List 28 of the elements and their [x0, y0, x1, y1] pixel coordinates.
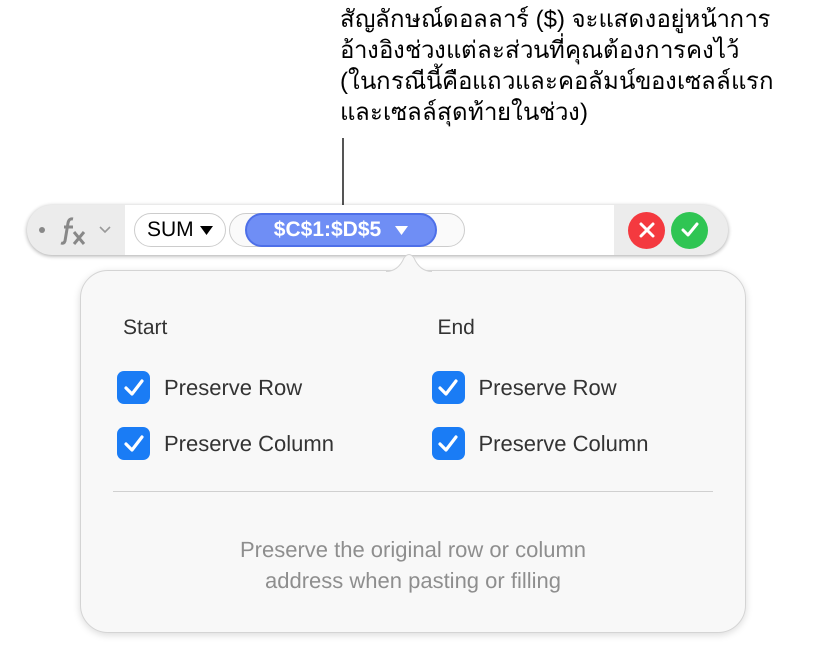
caret-icon: [395, 226, 408, 234]
function-token[interactable]: SUM: [134, 213, 226, 247]
checkbox-label: Preserve Column: [164, 430, 334, 458]
chevron-icon[interactable]: [99, 226, 111, 234]
close-icon: [638, 222, 654, 238]
checkbox-label: Preserve Column: [478, 430, 648, 458]
checkmark-icon: [438, 378, 458, 396]
hint-text: Preserve the original row or column address when pasting or filling: [238, 536, 588, 595]
checkbox[interactable]: [432, 371, 464, 404]
callout-text: สัญลักษณ์ดอลลาร์ ($) จะแสดงอยู่หน้าการ อ้างอิงช่วงแต่ละส่วนที่คุณต้องการคงไว้ (ในกรณีนี้คือแถวและคอลัมน์ของเซลล์แรก และเซลล์สุดท้ายในช่วง): [340, 5, 775, 128]
function-icon[interactable]: [59, 215, 87, 245]
popover-arrow: [386, 252, 432, 272]
formula-field[interactable]: SUM $C$1:$D$5: [125, 205, 614, 255]
checkmark-icon: [438, 434, 458, 452]
checkbox-label: Preserve Row: [478, 374, 617, 402]
checkbox[interactable]: [117, 427, 150, 460]
group-title: Start: [123, 315, 168, 341]
caret-icon: [200, 226, 213, 234]
checkbox-label: Preserve Row: [164, 374, 302, 402]
checkbox[interactable]: [432, 427, 464, 460]
checkbox[interactable]: [117, 371, 150, 404]
leader-line: [342, 138, 344, 206]
accept-button[interactable]: [671, 212, 708, 248]
checkmark-icon: [124, 434, 144, 452]
cancel-button[interactable]: [628, 212, 665, 248]
group-title: End: [438, 315, 476, 341]
checkmark-icon: [680, 222, 698, 238]
checkmark-icon: [124, 378, 144, 396]
